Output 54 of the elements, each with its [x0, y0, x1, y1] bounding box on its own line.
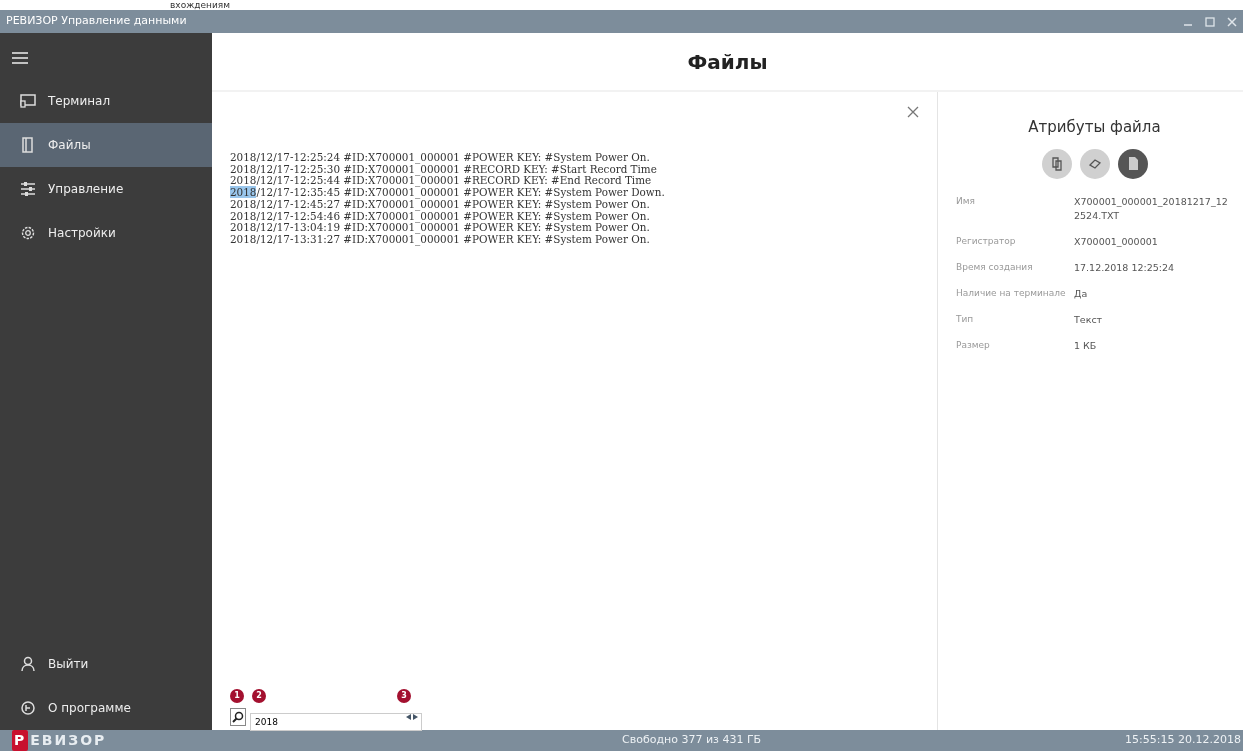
search-icon — [232, 711, 244, 723]
log-line: 2018/12/17-12:45:27 #ID:X700001_000001 #POWER KEY: #System Power On. — [230, 198, 651, 211]
monitor-icon — [20, 93, 36, 109]
logo: Р ЕВИЗОР — [0, 730, 212, 751]
callout-marker: 3 — [397, 689, 411, 703]
log-line: 2018/12/17-13:04:19 #ID:X700001_000001 #POWER KEY: #System Power On. — [230, 222, 651, 234]
sidebar-item[interactable]: Управление — [0, 167, 212, 211]
attribute-value: X700001_000001_20181217_122524.TXT — [1074, 194, 1229, 223]
log-line: 2018/12/17-12:25:30 #ID:X700001_000001 #RECORD KEY: #Start Record Time — [230, 163, 658, 176]
panel-title: Атрибуты файла — [1027, 117, 1162, 138]
log-line: 2018/12/17-12:35:45 #ID:X700001_000001 #POWER KEY: #System Power Down. — [230, 187, 666, 199]
attribute-label: Имя — [956, 194, 976, 208]
log-line: 2018/12/17-12:25:24 #ID:X700001_000001 #POWER KEY: #System Power On. — [230, 152, 651, 164]
log-line: 2018/12/17-12:54:46 #ID:X700001_000001 #POWER KEY: #System Power On. — [230, 210, 651, 223]
close-icon[interactable] — [1227, 16, 1237, 27]
callout-marker: 2 — [252, 689, 266, 703]
info-circle-icon — [20, 700, 36, 716]
sliders-icon — [20, 181, 36, 197]
sidebar-item[interactable]: Выйти — [0, 642, 212, 686]
log-line: 2018/12/17-12:25:44 #ID:X700001_000001 #RECORD KEY: #End Record Time — [230, 175, 653, 188]
action-button[interactable] — [1041, 148, 1072, 179]
person-icon — [20, 656, 36, 672]
attribute-value: 1 КБ — [1074, 338, 1097, 353]
sidebar-item[interactable]: О программе — [0, 686, 212, 730]
callout-marker: 1 — [230, 689, 244, 703]
caption-text: вхождениям — [169, 0, 231, 10]
action-button[interactable] — [1079, 148, 1110, 179]
search-field[interactable]: 2018 — [250, 713, 422, 731]
search-button[interactable] — [230, 708, 246, 726]
sidebar-item[interactable]: Файлы — [0, 123, 212, 167]
close-icon — [907, 106, 919, 118]
left-arrow-icon — [406, 713, 411, 720]
sidebar-item[interactable]: Настройки — [0, 211, 212, 255]
right-arrow-icon — [413, 713, 418, 720]
action-button[interactable] — [1117, 148, 1148, 179]
attribute-label: Время создания — [956, 260, 1034, 274]
page-title: Файлы — [212, 33, 1243, 92]
attribute-label: Тип — [956, 312, 975, 326]
gear-icon — [20, 225, 36, 241]
attribute-label: Регистратор — [956, 234, 1017, 248]
free-space-text: Свободно 377 из 431 ГБ — [622, 732, 762, 749]
attribute-value: 17.12.2018 12:25:24 — [1074, 260, 1175, 275]
window-title: РЕВИЗОР Управление данными — [6, 13, 187, 30]
attribute-value: Да — [1074, 286, 1088, 301]
datetime-text: 15:55:15 20.12.2018 — [1125, 732, 1241, 749]
attribute-label: Наличие на терминале — [956, 286, 1067, 300]
document-icon — [20, 137, 36, 153]
menu-icon[interactable] — [12, 50, 28, 65]
log-line: 2018/12/17-13:31:27 #ID:X700001_000001 #POWER KEY: #System Power On. — [230, 233, 651, 246]
attribute-label: Размер — [956, 338, 991, 352]
copy-icon — [1049, 156, 1064, 171]
sidebar-item[interactable]: Терминал — [0, 79, 212, 123]
attribute-value: Текст — [1074, 312, 1103, 327]
attribute-value: X700001_000001 — [1074, 234, 1158, 249]
